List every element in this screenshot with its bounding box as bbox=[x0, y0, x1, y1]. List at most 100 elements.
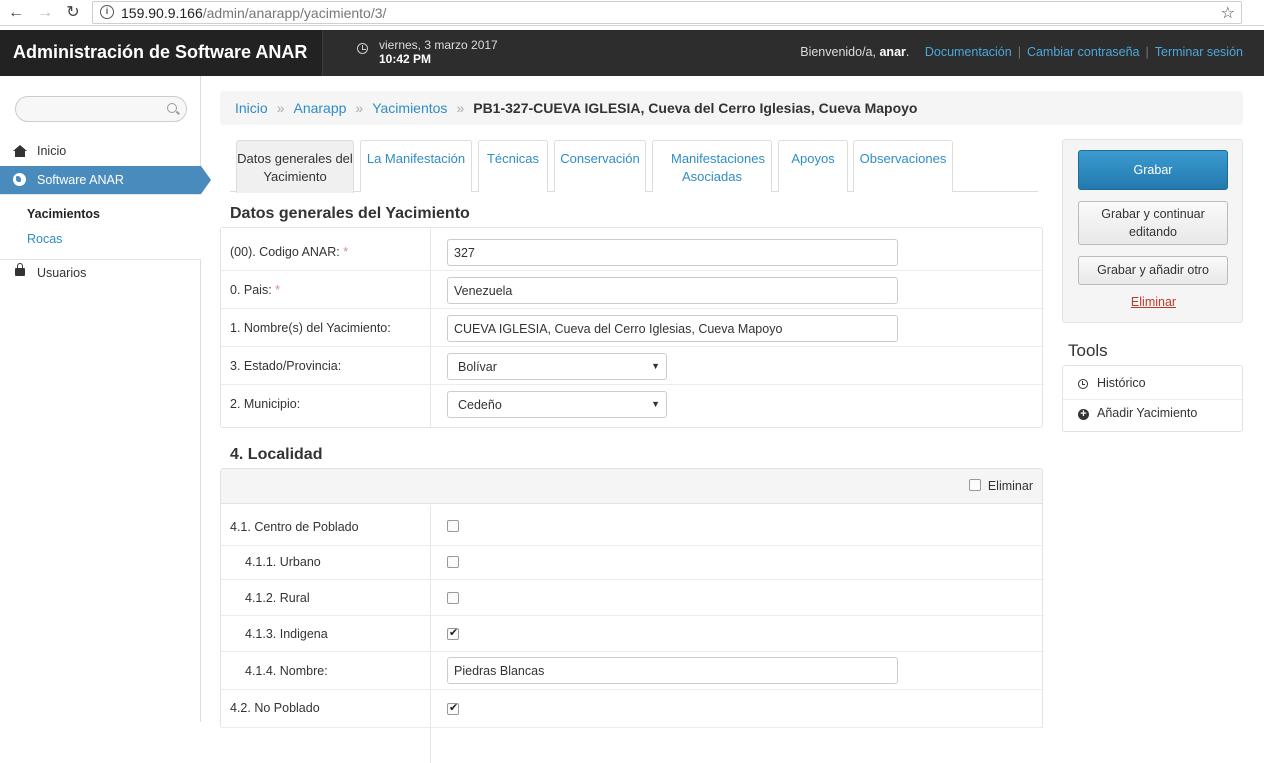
brand-title[interactable]: Administración de Software ANAR bbox=[13, 42, 307, 63]
municipio-select[interactable]: Cedeño ▼ bbox=[447, 391, 667, 418]
tab-manifestaciones-asociadas[interactable]: Manifestaciones Asociadas bbox=[652, 140, 772, 192]
admin-header: Administración de Software ANAR viernes,… bbox=[0, 30, 1264, 76]
no-poblado-checkbox[interactable] bbox=[447, 701, 459, 715]
field-label: (00). Codigo ANAR: * bbox=[230, 245, 349, 259]
field-label: 4.1.3. Indigena bbox=[245, 627, 328, 641]
back-icon[interactable]: ← bbox=[6, 3, 26, 23]
tools-panel: Histórico + Añadir Yacimiento bbox=[1062, 365, 1243, 432]
tool-historico[interactable]: Histórico bbox=[1063, 370, 1244, 399]
header-date: viernes, 3 marzo 2017 bbox=[379, 38, 498, 52]
url-text: 159.90.9.166/admin/anarapp/yacimiento/3/ bbox=[121, 5, 387, 21]
centro-poblado-checkbox[interactable] bbox=[447, 520, 459, 532]
tab-datos-generales[interactable]: Datos generales del Yacimiento bbox=[236, 140, 354, 193]
browser-toolbar: ← → ↻ i 159.90.9.166/admin/anarapp/yacim… bbox=[0, 0, 1264, 26]
form-row-rural: 4.1.2. Rural bbox=[221, 580, 1044, 616]
inline-header: Eliminar bbox=[221, 469, 1042, 504]
reload-icon[interactable]: ↻ bbox=[63, 3, 83, 23]
pais-input[interactable]: Venezuela bbox=[447, 277, 898, 304]
field-label: 4.1.2. Rural bbox=[245, 591, 310, 605]
dropdown-arrow-icon: ▼ bbox=[651, 361, 660, 371]
sidebar-submenu: Yacimientos Rocas bbox=[0, 194, 201, 260]
sidebar: Inicio Software ANAR Yacimientos Rocas U… bbox=[0, 76, 211, 722]
logout-link[interactable]: Terminar sesión bbox=[1155, 45, 1243, 59]
welcome-text: Bienvenido/a, bbox=[800, 45, 876, 59]
delete-link[interactable]: Eliminar bbox=[1063, 295, 1244, 309]
bookmark-star-icon[interactable]: ☆ bbox=[1221, 3, 1235, 23]
estado-select[interactable]: Bolívar ▼ bbox=[447, 353, 667, 380]
tool-add-yacimiento[interactable]: + Añadir Yacimiento bbox=[1063, 400, 1244, 429]
form-row-urbano: 4.1.1. Urbano bbox=[221, 544, 1044, 580]
field-label: 2. Municipio: bbox=[230, 397, 301, 411]
tools-title: Tools bbox=[1068, 341, 1108, 360]
username: anar bbox=[879, 45, 906, 59]
sidebar-subitem-rocas[interactable]: Rocas bbox=[27, 232, 62, 246]
breadcrumb-yacimientos[interactable]: Yacimientos bbox=[372, 100, 447, 116]
search-input[interactable] bbox=[15, 96, 187, 122]
brand: Administración de Software ANAR bbox=[0, 30, 323, 76]
browser-menu-icon[interactable]: ⋮ bbox=[1258, 4, 1264, 21]
field-label: 4.1. Centro de Poblado bbox=[230, 520, 359, 534]
form-row-municipio: 2. Municipio: Cedeño ▼ bbox=[221, 385, 1044, 423]
form-row-pais: 0. Pais: * Venezuela bbox=[221, 271, 1044, 309]
field-label: 4.2. No Poblado bbox=[230, 701, 320, 715]
field-label: 4.1.4. Nombre: bbox=[245, 664, 328, 678]
section-title-localidad: 4. Localidad bbox=[230, 446, 323, 463]
nombre-yacimiento-input[interactable]: CUEVA IGLESIA, Cueva del Cerro Iglesias,… bbox=[447, 315, 898, 342]
field-label: 4.1.1. Urbano bbox=[245, 555, 321, 569]
form-row-indigena: 4.1.3. Indigena bbox=[221, 616, 1044, 652]
form-row-nombre: 1. Nombre(s) del Yacimiento: CUEVA IGLES… bbox=[221, 309, 1044, 347]
header-time: 10:42 PM bbox=[379, 52, 432, 66]
sidebar-item-software-anar[interactable]: Software ANAR bbox=[0, 166, 211, 194]
dropdown-arrow-icon: ▼ bbox=[651, 399, 660, 409]
form-row-estado: 3. Estado/Provincia: Bolívar ▼ bbox=[221, 347, 1044, 385]
sidebar-item-label: Software ANAR bbox=[37, 173, 124, 187]
change-password-link[interactable]: Cambiar contraseña bbox=[1027, 45, 1140, 59]
documentation-link[interactable]: Documentación bbox=[925, 45, 1012, 59]
delete-checkbox[interactable]: Eliminar bbox=[968, 479, 1033, 493]
field-label: 0. Pais: * bbox=[230, 283, 281, 297]
home-icon bbox=[13, 145, 27, 157]
rural-checkbox[interactable] bbox=[447, 592, 459, 604]
sidebar-item-label: Usuarios bbox=[37, 266, 87, 280]
sidebar-item-label: Inicio bbox=[37, 144, 67, 158]
user-tools: Bienvenido/a, anar. Documentación | Cambia… bbox=[800, 45, 1243, 59]
clock-icon bbox=[357, 43, 368, 54]
plus-circle-icon: + bbox=[1078, 409, 1089, 420]
fieldset-localidad: Eliminar 4.1. Centro de Poblado 4.1.1. U… bbox=[220, 468, 1044, 763]
breadcrumb: Inicio» Anarapp» Yacimientos» PB1-327-CUEVA… bbox=[220, 91, 1243, 125]
breadcrumb-inicio[interactable]: Inicio bbox=[235, 100, 268, 116]
form-row-centro-poblado: 4.1. Centro de Poblado bbox=[221, 508, 1044, 546]
fieldset-datos-generales: (00). Codigo ANAR: * 327 0. Pais: * Vene… bbox=[220, 227, 1044, 428]
indigena-checkbox[interactable] bbox=[447, 626, 459, 640]
sidebar-subitem-yacimientos[interactable]: Yacimientos bbox=[27, 207, 100, 221]
tab-conservacion[interactable]: Conservación bbox=[554, 140, 646, 192]
field-label: 3. Estado/Provincia: bbox=[230, 359, 342, 373]
tab-apoyos[interactable]: Apoyos bbox=[778, 140, 848, 192]
submit-panel: Grabar Grabar y continuar editando Graba… bbox=[1062, 139, 1243, 323]
save-add-button[interactable]: Grabar y añadir otro bbox=[1078, 256, 1228, 285]
codigo-anar-input[interactable]: 327 bbox=[447, 239, 898, 266]
tab-bar: Datos generales del Yacimiento La Manife… bbox=[230, 140, 1038, 193]
breadcrumb-current: PB1-327-CUEVA IGLESIA, Cueva del Cerro I… bbox=[473, 100, 918, 116]
localidad-nombre-input[interactable]: Piedras Blancas bbox=[447, 657, 898, 684]
form-row-codigo: (00). Codigo ANAR: * 327 bbox=[221, 233, 1044, 271]
tab-la-manifestacion[interactable]: La Manifestación bbox=[360, 140, 472, 192]
form-row-nombre-localidad: 4.1.4. Nombre: Piedras Blancas bbox=[221, 652, 1044, 690]
forward-icon[interactable]: → bbox=[35, 3, 55, 23]
sidebar-item-usuarios[interactable]: Usuarios bbox=[0, 259, 201, 287]
save-continue-button[interactable]: Grabar y continuar editando bbox=[1078, 201, 1228, 245]
urbano-checkbox[interactable] bbox=[447, 556, 459, 568]
search-icon[interactable] bbox=[167, 103, 177, 113]
history-icon bbox=[1078, 379, 1088, 389]
tab-observaciones[interactable]: Observaciones bbox=[853, 140, 953, 192]
lock-icon bbox=[15, 263, 25, 276]
breadcrumb-anarapp[interactable]: Anarapp bbox=[293, 100, 346, 116]
address-bar[interactable]: i 159.90.9.166/admin/anarapp/yacimiento/… bbox=[92, 1, 1242, 24]
info-icon[interactable]: i bbox=[100, 5, 114, 19]
field-label: 1. Nombre(s) del Yacimiento: bbox=[230, 321, 391, 335]
tab-tecnicas[interactable]: Técnicas bbox=[478, 140, 548, 192]
save-button[interactable]: Grabar bbox=[1078, 150, 1228, 190]
sidebar-item-inicio[interactable]: Inicio bbox=[0, 137, 201, 165]
globe-icon bbox=[13, 173, 26, 186]
section-title-datos: Datos generales del Yacimiento bbox=[230, 205, 470, 222]
